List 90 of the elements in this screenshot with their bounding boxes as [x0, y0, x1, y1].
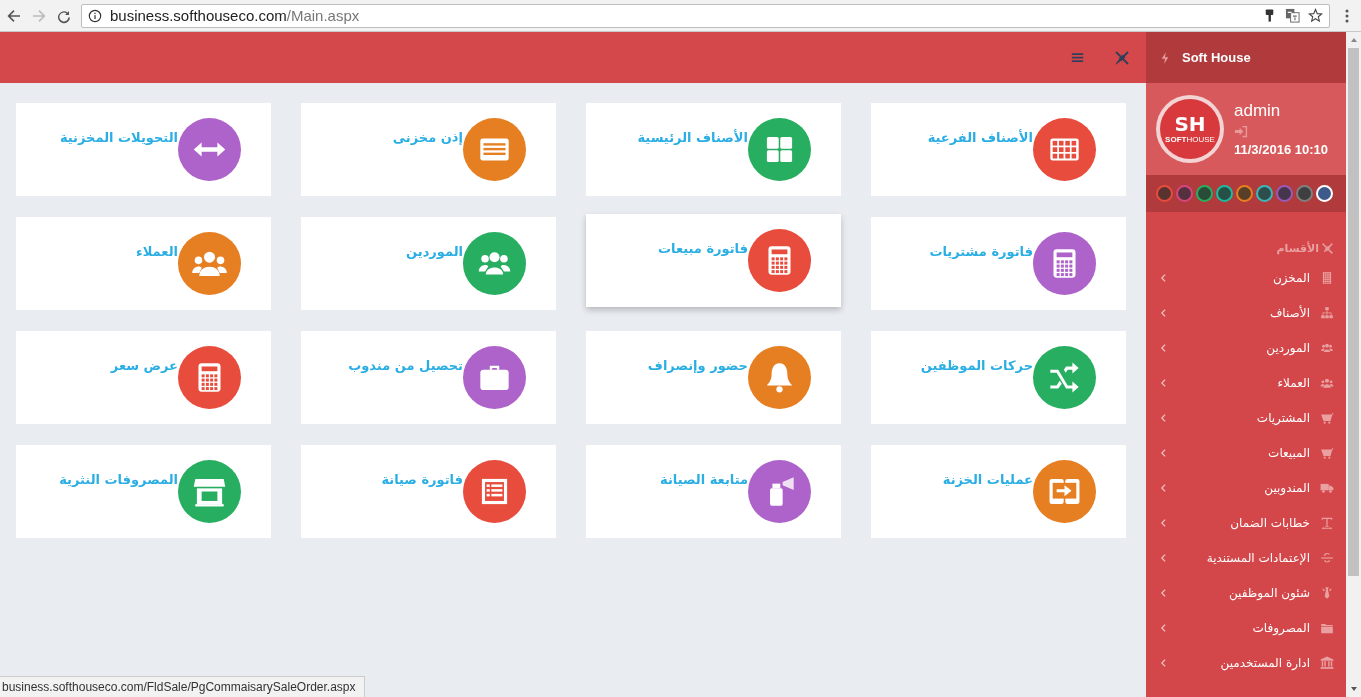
theme-swatch[interactable]	[1236, 185, 1253, 202]
menu-item-icon	[1320, 410, 1334, 425]
theme-swatch[interactable]	[1196, 185, 1213, 202]
tile-label: حركات الموظفين	[920, 358, 1033, 373]
translate-icon[interactable]	[1285, 8, 1300, 23]
tile-label: عرض سعر	[110, 358, 178, 373]
logo-caption: SOFTHOUSE	[1165, 136, 1215, 144]
brand-name: Soft House	[1182, 50, 1251, 65]
chevron-icon	[1160, 587, 1167, 598]
menu-item[interactable]: المشتريات	[1146, 400, 1346, 435]
shortcut-tile[interactable]: متابعة الصيانة	[586, 445, 841, 538]
shortcut-tile[interactable]: حضور وإنصراف	[586, 331, 841, 424]
tile-label: فاتورة صيانة	[381, 472, 463, 487]
chevron-icon	[1160, 272, 1167, 283]
menu-item[interactable]: خطابات الضمان	[1146, 505, 1346, 540]
logo-initials: SH	[1174, 114, 1206, 134]
theme-swatch[interactable]	[1256, 185, 1273, 202]
shortcut-tile[interactable]: الأصناف الفرعية	[871, 103, 1126, 196]
status-url: business.softhouseco.com/FldSale/PgCommaisarySaleOrder.aspx	[0, 676, 365, 697]
tools-icon	[1321, 241, 1334, 255]
shortcut-tile[interactable]: إذن مخزنى	[301, 103, 556, 196]
star-icon[interactable]	[1308, 8, 1323, 23]
menu-item[interactable]: شئون الموظفين	[1146, 575, 1346, 610]
menu-item-icon	[1320, 515, 1334, 530]
chevron-icon	[1160, 447, 1167, 458]
menu-item[interactable]: المصروفات	[1146, 610, 1346, 645]
shortcut-tile[interactable]: التحويلات المخزنية	[16, 103, 271, 196]
chevron-icon	[1160, 552, 1167, 563]
menu-item-icon	[1320, 445, 1334, 460]
chevron-icon	[1160, 622, 1167, 633]
tile-label: إذن مخزنى	[392, 130, 463, 145]
chevron-icon	[1160, 482, 1167, 493]
shortcut-tile[interactable]: الأصناف الرئيسية	[586, 103, 841, 196]
shortcut-tile[interactable]: العملاء	[16, 217, 271, 310]
tile-label: فاتورة مشتريات	[929, 244, 1033, 259]
menu-item-icon	[1320, 585, 1334, 600]
section-heading: الأقسام	[1276, 241, 1319, 255]
menu-item-icon	[1320, 305, 1334, 320]
shortcut-tile[interactable]: عمليات الخزنة	[871, 445, 1126, 538]
tile-label: التحويلات المخزنية	[59, 130, 178, 145]
tile-label: فاتورة مبيعات	[657, 241, 748, 256]
tile-label: عمليات الخزنة	[942, 472, 1033, 487]
menu-item[interactable]: الموردين	[1146, 330, 1346, 365]
theme-swatch[interactable]	[1156, 185, 1173, 202]
shortcut-tile[interactable]: حركات الموظفين	[871, 331, 1126, 424]
shortcut-tile[interactable]: عرض سعر	[16, 331, 271, 424]
login-datetime: 11/3/2016 10:10	[1234, 142, 1328, 157]
tile-label: العملاء	[136, 244, 178, 259]
menu-item[interactable]: ادارة المستخدمين	[1146, 645, 1346, 680]
shortcut-tile[interactable]: فاتورة مبيعات	[586, 214, 841, 307]
menu-item[interactable]: المندوبين	[1146, 470, 1346, 505]
theme-swatch[interactable]	[1176, 185, 1193, 202]
chevron-icon	[1160, 517, 1167, 528]
wrench-screwdriver-icon[interactable]	[1114, 49, 1130, 66]
tile-label: الأصناف الفرعية	[927, 130, 1033, 145]
chevron-icon	[1160, 342, 1167, 353]
user-name: admin	[1234, 101, 1281, 121]
menu-item[interactable]: العملاء	[1146, 365, 1346, 400]
tile-label: تحصيل من مندوب	[348, 358, 463, 373]
chevron-icon	[1160, 412, 1167, 423]
theme-swatch[interactable]	[1276, 185, 1293, 202]
url-text: business.softhouseco.com/Main.aspx	[110, 7, 360, 24]
menu-item[interactable]: المخزن	[1146, 260, 1346, 295]
theme-swatch[interactable]	[1216, 185, 1233, 202]
address-bar[interactable]: business.softhouseco.com/Main.aspx	[81, 3, 1330, 28]
chevron-icon	[1160, 657, 1167, 668]
theme-swatch[interactable]	[1296, 185, 1313, 202]
menu-item[interactable]: الإعتمادات المستندية	[1146, 540, 1346, 575]
shortcut-tile[interactable]: تحصيل من مندوب	[301, 331, 556, 424]
shortcut-tile[interactable]: المصروفات النثرية	[16, 445, 271, 538]
chevron-icon	[1160, 307, 1167, 318]
tile-label: الموردين	[406, 244, 463, 259]
shortcut-tile[interactable]: فاتورة صيانة	[301, 445, 556, 538]
shortcut-tile[interactable]: فاتورة مشتريات	[871, 217, 1126, 310]
scrollbar[interactable]	[1346, 32, 1361, 697]
menu-item-icon	[1320, 270, 1334, 285]
lightning-icon	[1160, 50, 1170, 65]
menu-item-icon	[1320, 550, 1334, 565]
info-icon[interactable]	[88, 8, 102, 23]
tile-label: متابعة الصيانة	[660, 472, 748, 487]
menu-item[interactable]: المبيعات	[1146, 435, 1346, 470]
back-arrow-icon[interactable]	[6, 7, 22, 24]
shortcut-tile[interactable]: الموردين	[301, 217, 556, 310]
tile-label: المصروفات النثرية	[59, 472, 178, 487]
tile-label: الأصناف الرئيسية	[637, 130, 748, 145]
menu-item-icon	[1320, 655, 1334, 670]
scroll-thumb[interactable]	[1348, 48, 1359, 576]
tile-label: حضور وإنصراف	[647, 358, 748, 373]
menu-item[interactable]: الأصناف	[1146, 295, 1346, 330]
chevron-icon	[1160, 377, 1167, 388]
